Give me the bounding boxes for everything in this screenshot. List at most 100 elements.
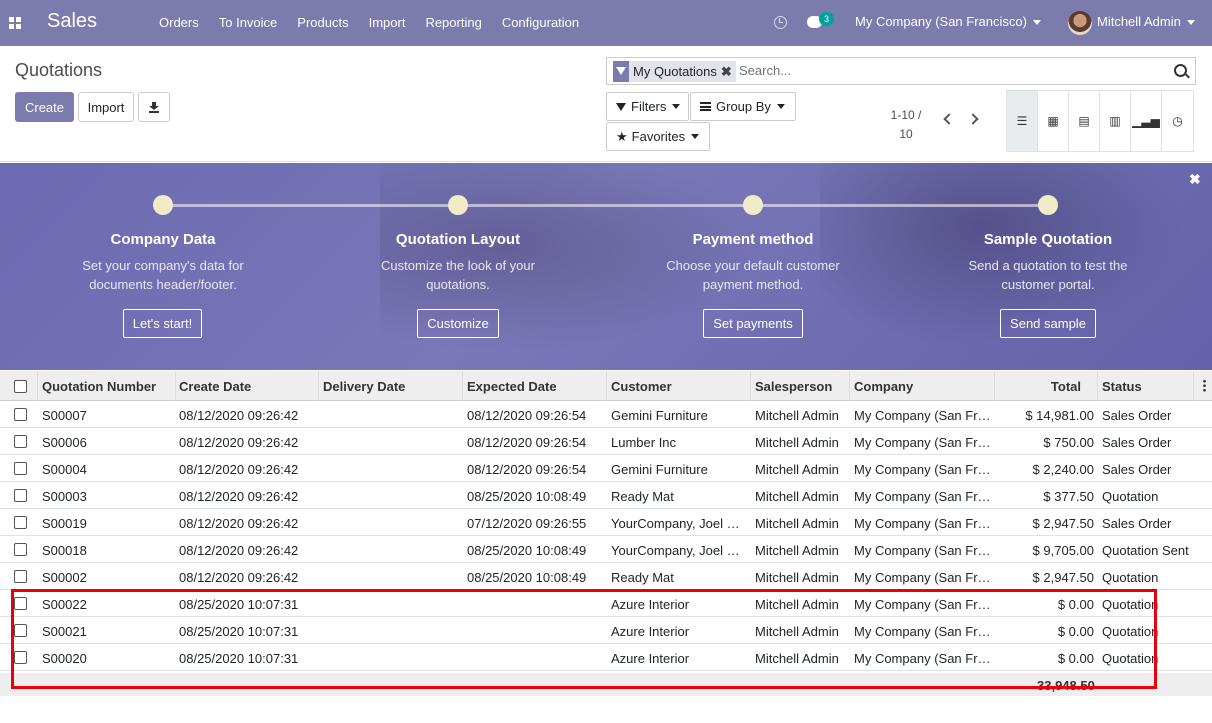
customize-button[interactable]: Customize — [417, 309, 499, 338]
company-cell: My Company (San Fr… — [854, 489, 991, 504]
salesperson-cell: Mitchell Admin — [755, 408, 839, 423]
total-cell: $ 2,240.00 — [1032, 462, 1094, 477]
step-title: Company Data — [110, 231, 216, 248]
column-header[interactable]: Create Date — [179, 379, 314, 394]
kanban-view-button[interactable]: ▦ — [1038, 91, 1069, 151]
view-switcher: ☰ ▦ ▤ ▥ ▁▃▅ ◷ — [1006, 90, 1194, 152]
calendar-view-button[interactable]: ▤ — [1069, 91, 1100, 151]
table-row[interactable]: S00019 08/12/2020 09:26:42 07/12/2020 09:2… — [0, 509, 1212, 536]
quotation-number-cell: S00019 — [42, 516, 87, 531]
create-date-cell: 08/12/2020 09:26:42 — [179, 408, 299, 423]
table-row[interactable]: S00002 08/12/2020 09:26:42 08/25/2020 10:0… — [0, 563, 1212, 590]
total-cell: $ 2,947.50 — [1032, 516, 1094, 531]
quotation-number-cell: S00018 — [42, 543, 87, 558]
step-dot — [153, 195, 173, 215]
search-input[interactable]: Search... — [739, 63, 791, 78]
activity-clock-icon[interactable] — [774, 16, 787, 29]
favorites-dropdown[interactable]: ★ Favorites — [606, 122, 710, 151]
column-header[interactable]: Quotation Number — [42, 379, 172, 394]
close-icon[interactable]: ✖ — [721, 64, 736, 80]
avatar[interactable] — [1068, 11, 1092, 35]
status-cell: Sales Order — [1102, 462, 1172, 477]
column-header[interactable]: Total — [1000, 379, 1081, 394]
total-cell: $ 750.00 — [1043, 435, 1094, 450]
step-quotation-layout: Quotation Layout Customize the look of y… — [348, 231, 568, 294]
column-header[interactable]: Status — [1102, 379, 1192, 394]
download-icon — [149, 101, 159, 113]
row-checkbox[interactable] — [14, 408, 27, 421]
table-row[interactable]: S00007 08/12/2020 09:26:42 08/12/2020 09:2… — [0, 401, 1212, 428]
menu-products[interactable]: Products — [297, 15, 348, 30]
total-cell: $ 377.50 — [1043, 489, 1094, 504]
table-header: Quotation Number Create Date Delivery Da… — [0, 371, 1212, 401]
menu-configuration[interactable]: Configuration — [502, 15, 579, 30]
pager-value[interactable]: 1-10 / 10 — [884, 106, 928, 144]
step-dot — [1038, 195, 1058, 215]
step-sample-quotation: Sample Quotation Send a quotation to tes… — [938, 231, 1158, 294]
download-button[interactable] — [138, 92, 170, 122]
menu-orders[interactable]: Orders — [159, 15, 199, 30]
column-header[interactable]: Company — [854, 379, 992, 394]
customer-cell: Gemini Furniture — [611, 462, 708, 477]
groupby-label: Group By — [716, 99, 771, 114]
apps-menu-icon[interactable] — [9, 17, 21, 29]
graph-view-button[interactable]: ▁▃▅ — [1131, 91, 1162, 151]
activity-view-button[interactable]: ◷ — [1162, 91, 1193, 151]
company-cell: My Company (San Fr… — [854, 435, 991, 450]
menu-to-invoice[interactable]: To Invoice — [219, 15, 278, 30]
total-cell: $ 9,705.00 — [1032, 543, 1094, 558]
create-button[interactable]: Create — [15, 92, 74, 122]
send-sample-button[interactable]: Send sample — [1000, 309, 1096, 338]
table-row[interactable]: S00003 08/12/2020 09:26:42 08/25/2020 10:0… — [0, 482, 1212, 509]
salesperson-cell: Mitchell Admin — [755, 570, 839, 585]
company-cell: My Company (San Fr… — [854, 462, 991, 477]
filters-dropdown[interactable]: Filters — [606, 92, 689, 121]
close-icon[interactable]: ✖ — [1189, 171, 1201, 188]
row-checkbox[interactable] — [14, 435, 27, 448]
column-header[interactable]: Salesperson — [755, 379, 847, 394]
app-brand[interactable]: Sales — [47, 10, 97, 33]
optional-columns-icon[interactable] — [1203, 379, 1206, 392]
select-all-checkbox[interactable] — [14, 380, 27, 393]
table-row[interactable]: S00018 08/12/2020 09:26:42 08/25/2020 10:0… — [0, 536, 1212, 563]
user-name: Mitchell Admin — [1097, 14, 1181, 29]
groupby-dropdown[interactable]: Group By — [690, 92, 796, 121]
quotation-number-cell: S00003 — [42, 489, 87, 504]
list-view-button[interactable]: ☰ — [1007, 91, 1038, 151]
create-date-cell: 08/12/2020 09:26:42 — [179, 543, 299, 558]
user-menu[interactable]: Mitchell Admin — [1097, 14, 1195, 29]
column-header[interactable]: Customer — [611, 379, 746, 394]
search-facet[interactable]: My Quotations ✖ — [613, 61, 736, 82]
next-page-icon[interactable] — [967, 113, 979, 125]
chevron-down-icon — [691, 134, 700, 139]
filters-label: Filters — [631, 99, 667, 114]
row-checkbox[interactable] — [14, 462, 27, 475]
import-button[interactable]: Import — [78, 92, 134, 122]
table-row[interactable]: S00006 08/12/2020 09:26:42 08/12/2020 09:2… — [0, 428, 1212, 455]
row-checkbox[interactable] — [14, 543, 27, 556]
set-payments-button[interactable]: Set payments — [703, 309, 803, 338]
chevron-down-icon — [672, 104, 681, 109]
expected-date-cell: 08/25/2020 10:08:49 — [467, 570, 587, 585]
row-checkbox[interactable] — [14, 570, 27, 583]
menu-import[interactable]: Import — [369, 15, 406, 30]
step-title: Sample Quotation — [983, 231, 1113, 248]
create-date-cell: 08/12/2020 09:26:42 — [179, 489, 299, 504]
customer-cell: Ready Mat — [611, 489, 674, 504]
menu-reporting[interactable]: Reporting — [425, 15, 481, 30]
company-switcher[interactable]: My Company (San Francisco) — [855, 14, 1041, 29]
column-header[interactable]: Delivery Date — [323, 379, 458, 394]
quotation-number-cell: S00002 — [42, 570, 87, 585]
graph-view-icon: ▁▃▅ — [1132, 114, 1160, 128]
step-dot — [743, 195, 763, 215]
previous-page-icon[interactable] — [943, 113, 955, 125]
pivot-view-button[interactable]: ▥ — [1100, 91, 1131, 151]
table-row[interactable]: S00004 08/12/2020 09:26:42 08/12/2020 09:2… — [0, 455, 1212, 482]
row-checkbox[interactable] — [14, 489, 27, 502]
column-header[interactable]: Expected Date — [467, 379, 602, 394]
row-checkbox[interactable] — [14, 516, 27, 529]
total-cell: $ 14,981.00 — [1025, 408, 1094, 423]
lets-start-button[interactable]: Let's start! — [123, 309, 202, 338]
create-date-cell: 08/12/2020 09:26:42 — [179, 462, 299, 477]
search-icon[interactable] — [1174, 64, 1187, 77]
